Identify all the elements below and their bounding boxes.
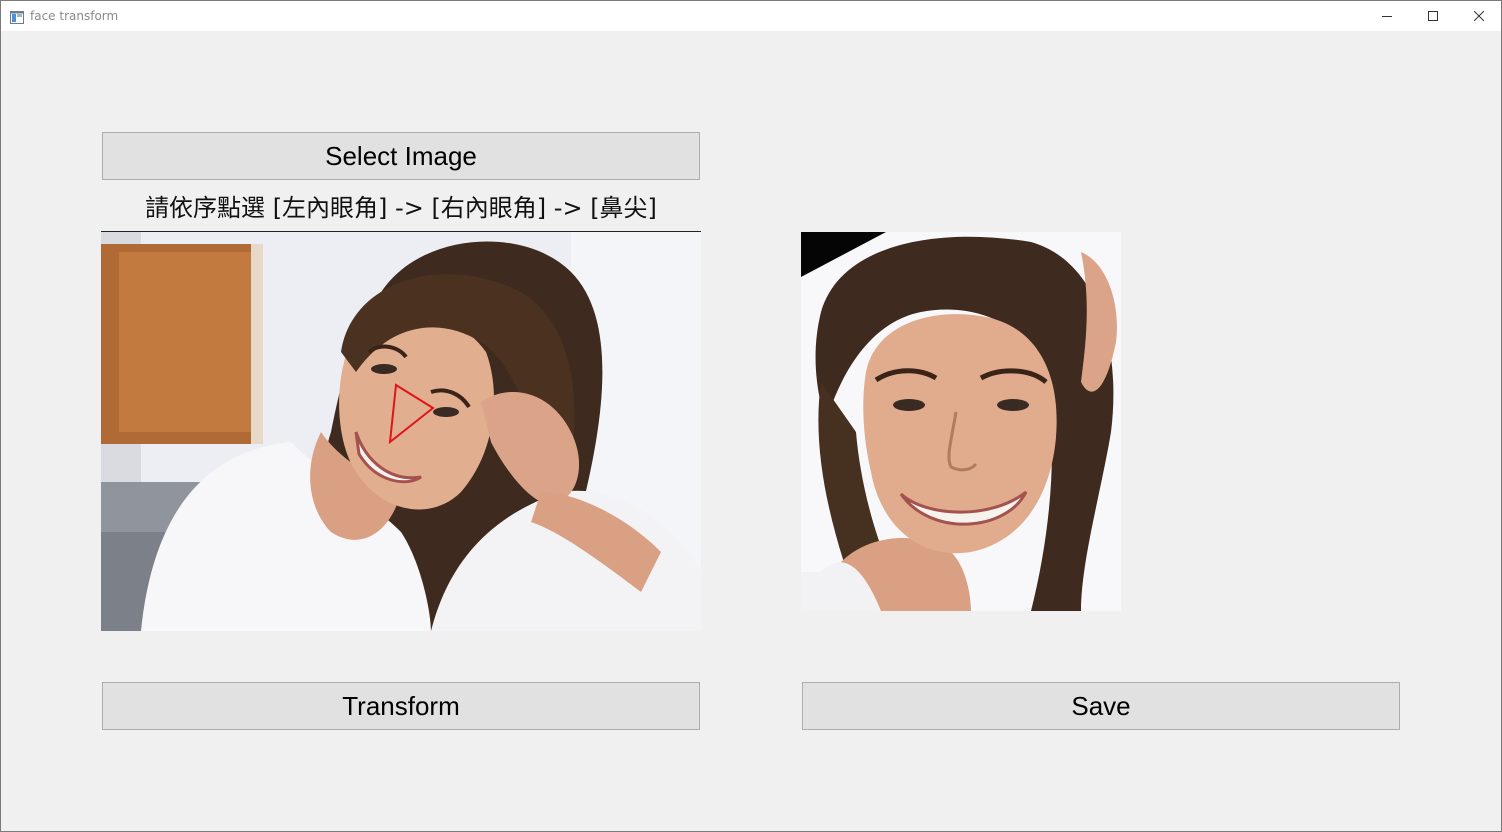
app-window: face transform Select Image 請依序點選 [左內眼角]…: [0, 0, 1502, 832]
maximize-icon: [1428, 11, 1438, 21]
instruction-label: 請依序點選 [左內眼角] -> [右內眼角] -> [鼻尖]: [145, 194, 657, 222]
minimize-icon: [1382, 11, 1392, 21]
close-button[interactable]: [1456, 1, 1502, 31]
save-button[interactable]: Save: [802, 682, 1400, 730]
app-icon: [10, 9, 24, 24]
source-image-canvas[interactable]: [101, 232, 701, 631]
transform-button[interactable]: Transform: [102, 682, 700, 730]
select-image-button[interactable]: Select Image: [102, 132, 700, 180]
maximize-button[interactable]: [1410, 1, 1456, 31]
result-image: [801, 232, 1121, 611]
close-icon: [1474, 11, 1484, 21]
window-title: face transform: [30, 9, 119, 23]
minimize-button[interactable]: [1364, 1, 1410, 31]
title-bar[interactable]: face transform: [1, 1, 1501, 31]
